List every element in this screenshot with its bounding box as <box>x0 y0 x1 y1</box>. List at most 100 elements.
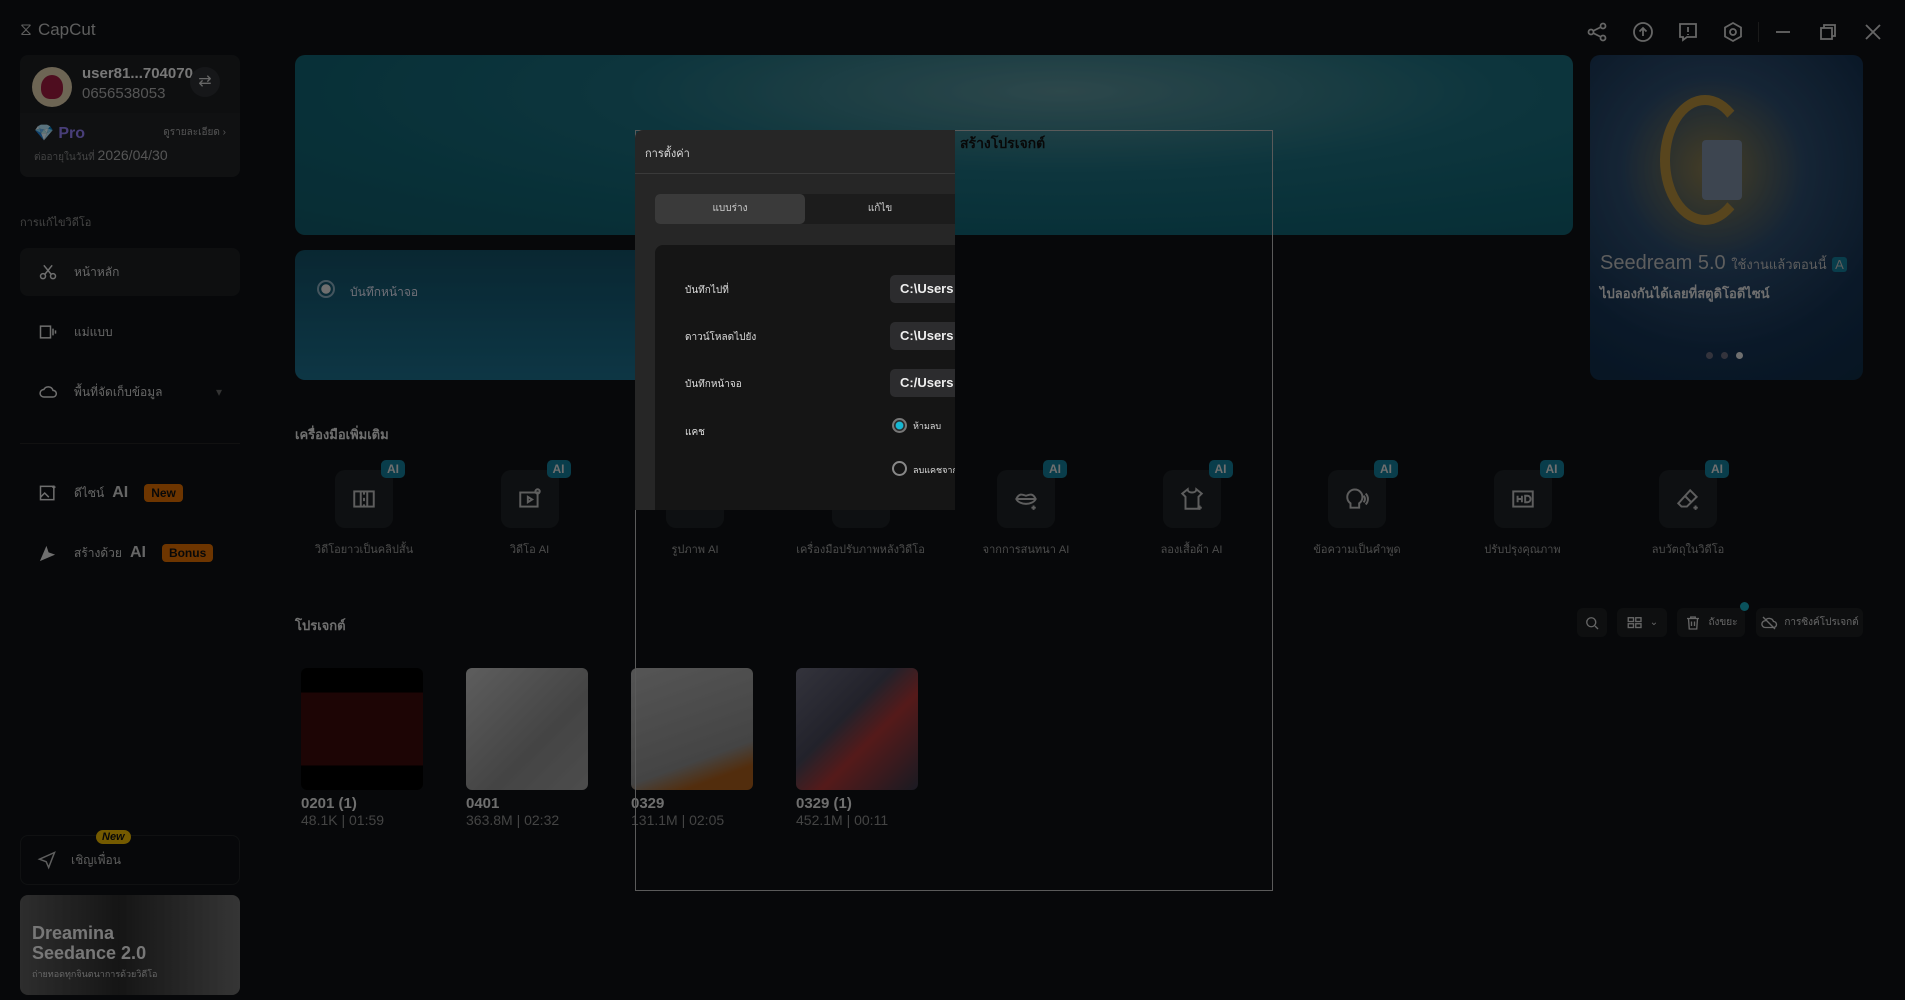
tool-label: วิดีโอยาวเป็นคลิปสั้น <box>314 544 414 556</box>
screen-record-path-field[interactable]: C:/Users <box>890 369 955 397</box>
settings-icon[interactable] <box>1721 20 1745 44</box>
project-thumbnail[interactable] <box>796 668 918 790</box>
diamond-icon: 💎 <box>34 125 54 142</box>
ai-badge: AI <box>1208 460 1233 478</box>
create-project-label: สร้างโปรเจกต์ <box>960 135 1046 151</box>
carousel-dot[interactable] <box>1706 352 1713 359</box>
promo-subtitle: ไปลองกันได้เลยที่สตูดิโอดีไซน์ <box>1600 286 1770 301</box>
download-path-field[interactable]: C:\Users <box>890 322 955 350</box>
sidebar-item-home[interactable]: หน้าหลัก <box>20 248 240 296</box>
tool-icon-box[interactable]: AI <box>1659 460 1729 528</box>
scissors-icon <box>38 262 58 282</box>
caret-down-icon[interactable]: ▾ <box>216 385 222 399</box>
tab-drafts[interactable]: แบบร่าง <box>655 194 805 224</box>
project-thumbnail[interactable] <box>466 668 588 790</box>
tool-icon-box[interactable]: AI <box>500 460 571 528</box>
promo-title: Seedream 5.0 ใช้งานแล้วตอนนี้ A <box>1600 252 1847 275</box>
image-sparkle-icon <box>38 483 58 503</box>
tool-label: รูปภาพ AI <box>671 544 719 556</box>
details-link[interactable]: ดูรายละเอียด › <box>163 125 226 140</box>
cloud-icon <box>38 382 58 402</box>
sidebar-item-design-ai[interactable]: ดีไซน์ AI New <box>20 469 240 517</box>
tool-item[interactable]: AI ปรับปรุงคุณภาพ <box>1448 460 1598 558</box>
tool-item[interactable]: AI ข้อความเป็นคำพูด <box>1282 460 1432 558</box>
feedback-icon[interactable] <box>1676 20 1700 44</box>
speech-icon <box>1344 486 1370 512</box>
tool-icon-box[interactable]: AI <box>1493 460 1564 528</box>
save-to-label: บันทึกไปที่ <box>685 285 729 296</box>
tool-label: วิดีโอ AI <box>509 544 550 556</box>
username: user81...704070 <box>82 65 193 82</box>
search-button[interactable] <box>1577 608 1607 637</box>
project-name: 0201 (1) <box>301 795 357 812</box>
tool-icon-box[interactable]: AI <box>1328 460 1398 528</box>
carousel-dot-active[interactable] <box>1736 352 1743 359</box>
tool-icon-box[interactable]: AI <box>1162 460 1233 528</box>
dialog-title: การตั้งค่า <box>645 148 690 160</box>
minimize-icon[interactable] <box>1771 20 1795 44</box>
invite-friends-button[interactable]: เชิญเพื่อน New <box>20 830 240 885</box>
tool-icon-box[interactable]: AI <box>997 460 1067 528</box>
ai-badge: AI <box>1705 460 1729 478</box>
eraser-icon <box>1675 486 1701 512</box>
sidebar-item-create-ai[interactable]: สร้างด้วย AI Bonus <box>20 529 240 577</box>
dialog-tabs: แบบร่าง แก้ไข <box>655 194 955 224</box>
tool-item[interactable]: AI ลบวัตถุในวิดีโอ <box>1613 460 1763 558</box>
cache-radio-keep[interactable] <box>892 418 907 433</box>
cache-option-keep: ห้ามลบ <box>913 421 942 431</box>
tool-label: ปรับปรุงคุณภาพ <box>1484 544 1561 556</box>
tool-icon-box[interactable]: AI <box>335 460 405 528</box>
user-phone: 0656538053 <box>82 85 166 102</box>
tool-item[interactable]: AI วิดีโอ AI <box>455 460 605 558</box>
dreamina-promo[interactable]: Dreamina Seedance 2.0 ถ่ายทอดทุกจินตนากา… <box>20 895 240 995</box>
project-card[interactable]: 0329 131.1M | 02:05 <box>631 668 753 828</box>
share-icon[interactable] <box>1585 20 1609 44</box>
tool-label: จากการสนทนา AI <box>982 544 1070 556</box>
project-card[interactable]: 0401 363.8M | 02:32 <box>466 668 588 828</box>
tab-edit[interactable]: แก้ไข <box>805 194 955 224</box>
tool-item[interactable]: AI จากการสนทนา AI <box>951 460 1101 558</box>
sidebar-divider <box>20 443 240 444</box>
chevron-down-icon: ⌄ <box>1649 617 1659 628</box>
pro-badge: 💎 Pro <box>34 125 86 142</box>
upload-icon[interactable] <box>1631 20 1655 44</box>
project-meta: 48.1K | 01:59 <box>301 812 385 828</box>
close-icon[interactable] <box>1861 20 1885 44</box>
project-meta: 363.8M | 02:32 <box>466 812 560 828</box>
tool-item[interactable]: AI ลองเสื้อผ้า AI <box>1117 460 1267 558</box>
pro-plan-row[interactable]: 💎 Pro ดูรายละเอียด › ต่ออายุในวันที่ 202… <box>20 113 240 177</box>
project-name: 0329 (1) <box>796 795 852 812</box>
cache-option-clear: ลบแคชจาก <box>913 465 955 475</box>
app-logo: ⧖ CapCut <box>20 20 96 39</box>
tool-label: ข้อความเป็นคำพูด <box>1313 544 1401 556</box>
carousel-dots[interactable] <box>1706 352 1743 359</box>
account-card[interactable]: user81...704070 0656538053 ⇄ 💎 Pro ดูราย… <box>20 55 240 177</box>
trash-icon <box>1684 614 1702 632</box>
project-thumbnail[interactable] <box>631 668 753 790</box>
ai-badge: AI <box>1539 460 1564 478</box>
sidebar-item-templates[interactable]: แม่แบบ <box>20 308 240 356</box>
sidebar-item-storage[interactable]: พื้นที่จัดเก็บข้อมูล ▾ <box>20 368 240 416</box>
ai-badge: AI <box>381 460 405 478</box>
carousel-dot[interactable] <box>1721 352 1728 359</box>
avatar[interactable] <box>32 67 72 107</box>
switch-account-icon[interactable]: ⇄ <box>190 67 220 97</box>
project-card[interactable]: 0201 (1) 48.1K | 01:59 <box>301 668 423 828</box>
template-icon <box>38 322 58 342</box>
view-toggle[interactable]: ⌄ <box>1617 608 1667 637</box>
cache-radio-clear[interactable] <box>892 461 907 476</box>
seedream-promo-card[interactable]: Seedream 5.0 ใช้งานแล้วตอนนี้ A ไปลองกัน… <box>1590 55 1863 380</box>
tool-item[interactable]: AI วิดีโอยาวเป็นคลิปสั้น <box>289 460 439 558</box>
grid-icon <box>1626 614 1644 632</box>
sync-projects-button[interactable]: การซิงค์โปรเจกต์ <box>1756 608 1863 637</box>
send-icon <box>37 850 57 870</box>
capcut-logo-icon: ⧖ <box>20 20 32 39</box>
project-meta: 452.1M | 00:11 <box>796 812 889 828</box>
restore-icon[interactable] <box>1816 20 1840 44</box>
save-to-path-field[interactable]: C:\Users <box>890 275 955 303</box>
search-icon <box>1583 614 1601 632</box>
trash-button[interactable]: ถังขยะ <box>1677 602 1749 637</box>
project-thumbnail[interactable] <box>301 668 423 790</box>
shirt-icon <box>1179 486 1205 512</box>
project-card[interactable]: 0329 (1) 452.1M | 00:11 <box>796 668 918 828</box>
